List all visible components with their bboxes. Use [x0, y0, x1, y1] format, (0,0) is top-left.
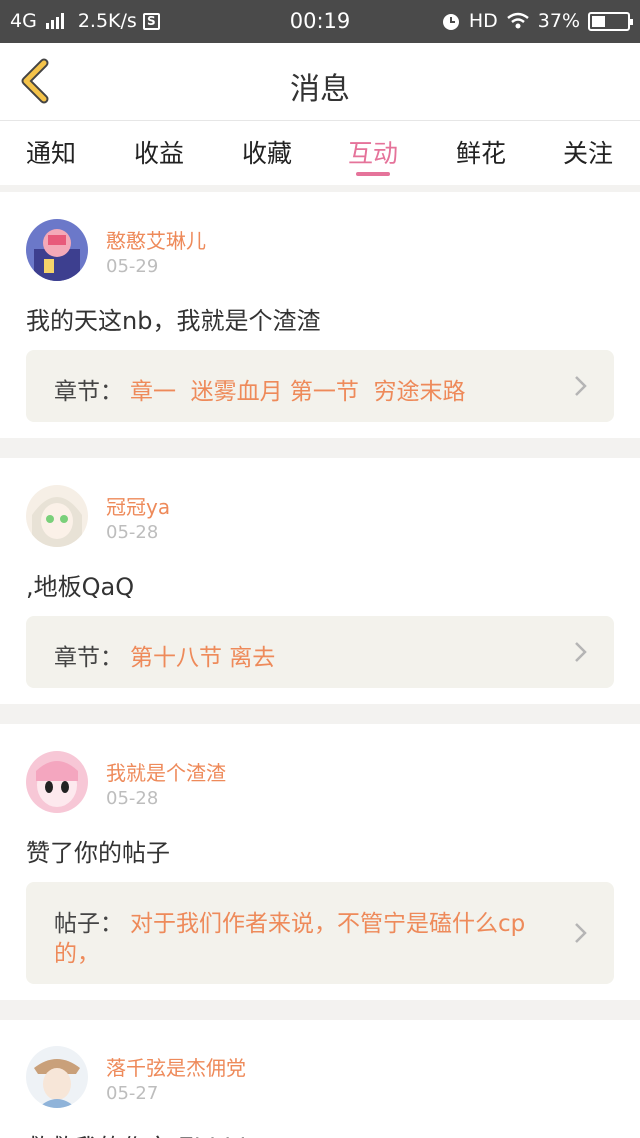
message-card: 落千弦是杰佣党 05-27 救救我的作文吧hhhh — [0, 1020, 640, 1138]
battery-icon — [588, 11, 633, 31]
username[interactable]: 冠冠ya — [106, 491, 170, 520]
ref-label: 帖子： — [54, 911, 123, 937]
message-date: 05-28 — [106, 788, 159, 809]
message-date: 05-28 — [106, 522, 159, 543]
app-header: 消息 — [0, 43, 640, 120]
tab-favorites[interactable]: 收藏 — [217, 134, 317, 170]
ref-label: 章节： — [54, 379, 123, 405]
chevron-right-icon — [575, 376, 587, 396]
tab-following[interactable]: 关注 — [538, 134, 638, 170]
status-bar: 4G 2.5K/s S 00:19 HD 37% — [0, 0, 640, 43]
ref-text-line2: 的， — [54, 941, 100, 967]
active-tab-indicator — [356, 172, 390, 176]
message-card: 冠冠ya 05-28 ,地板QaQ 章节： 第十八节 离去 — [0, 458, 640, 704]
avatar[interactable] — [26, 751, 88, 813]
wifi-icon — [506, 12, 529, 29]
tab-interaction[interactable]: 互动 — [323, 134, 423, 170]
message-content: 救救我的作文吧hhhh — [26, 1128, 255, 1138]
message-content: ,地板QaQ — [26, 573, 135, 601]
post-link[interactable]: 帖子： 对于我们作者来说，不管宁是磕什么cp 的， — [26, 882, 614, 984]
chevron-right-icon — [575, 642, 587, 662]
tab-bar: 通知 收益 收藏 互动 鲜花 关注 — [0, 120, 640, 185]
battery-percent: 37% — [537, 10, 580, 32]
message-card: 我就是个渣渣 05-28 赞了你的帖子 帖子： 对于我们作者来说，不管宁是磕什么… — [0, 724, 640, 1000]
username[interactable]: 我就是个渣渣 — [106, 757, 226, 786]
message-content: 我的天这nb，我就是个渣渣 — [26, 307, 321, 335]
message-content: 赞了你的帖子 — [26, 839, 170, 867]
tab-flowers[interactable]: 鲜花 — [431, 134, 531, 170]
hd-label: HD — [468, 10, 498, 32]
username[interactable]: 憨憨艾琳儿 — [106, 225, 206, 254]
avatar[interactable] — [26, 1046, 88, 1108]
ref-text-line1: 对于我们作者来说，不管宁是磕什么cp — [130, 911, 526, 937]
avatar[interactable] — [26, 219, 88, 281]
tab-notice[interactable]: 通知 — [1, 134, 101, 170]
message-date: 05-27 — [106, 1083, 159, 1104]
chapter-link[interactable]: 章节： 章一 迷雾血月 第一节 穷途末路 — [26, 350, 614, 422]
alarm-icon — [442, 14, 459, 30]
chapter-link[interactable]: 章节： 第十八节 离去 — [26, 616, 614, 688]
message-date: 05-29 — [106, 256, 159, 277]
tab-earnings[interactable]: 收益 — [109, 134, 209, 170]
username[interactable]: 落千弦是杰佣党 — [106, 1052, 246, 1081]
page-title: 消息 — [290, 72, 350, 107]
ref-label: 章节： — [54, 645, 123, 671]
avatar[interactable] — [26, 485, 88, 547]
message-card: 憨憨艾琳儿 05-29 我的天这nb，我就是个渣渣 章节： 章一 迷雾血月 第一… — [0, 192, 640, 438]
ref-text: 章一 迷雾血月 第一节 穷途末路 — [130, 379, 466, 405]
ref-text: 第十八节 离去 — [130, 645, 276, 671]
chevron-right-icon — [575, 923, 587, 943]
